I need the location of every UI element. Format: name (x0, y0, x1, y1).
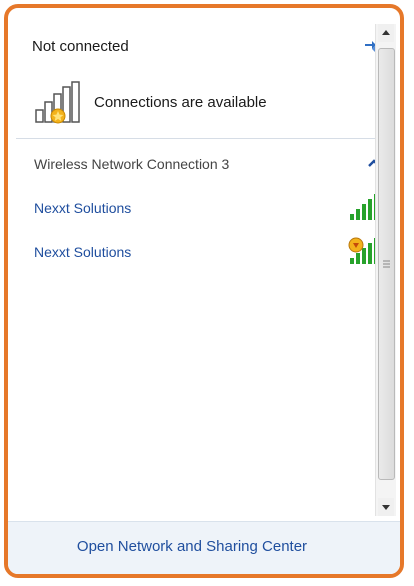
scroll-down-arrow-icon (382, 505, 390, 510)
open-network-sharing-center-link[interactable]: Open Network and Sharing Center (8, 538, 376, 555)
grip-icon (383, 260, 390, 268)
network-item[interactable]: Nexxt Solutions (22, 192, 388, 224)
network-item[interactable]: Nexxt Solutions (22, 236, 388, 268)
scroll-thumb[interactable] (378, 48, 395, 480)
flyout-header: Not connected (16, 30, 394, 60)
wireless-section-title: Wireless Network Connection 3 (34, 156, 230, 172)
network-name: Nexxt Solutions (34, 244, 132, 260)
scroll-up-button[interactable] (378, 24, 394, 42)
connections-available-row: Connections are available (34, 80, 390, 128)
scrollbar[interactable] (375, 24, 396, 516)
signal-star-icon (35, 81, 80, 124)
connection-status: Not connected (32, 38, 129, 55)
wireless-section-header[interactable]: Wireless Network Connection 3 (22, 148, 388, 178)
footer-bar: Open Network and Sharing Center (8, 521, 400, 574)
scroll-down-button[interactable] (378, 498, 394, 516)
connections-available-text: Connections are available (94, 94, 267, 111)
network-name: Nexxt Solutions (34, 200, 132, 216)
scroll-up-arrow-icon (382, 30, 390, 35)
divider (16, 138, 390, 139)
network-flyout-frame: Not connected Connections are available … (4, 4, 404, 578)
